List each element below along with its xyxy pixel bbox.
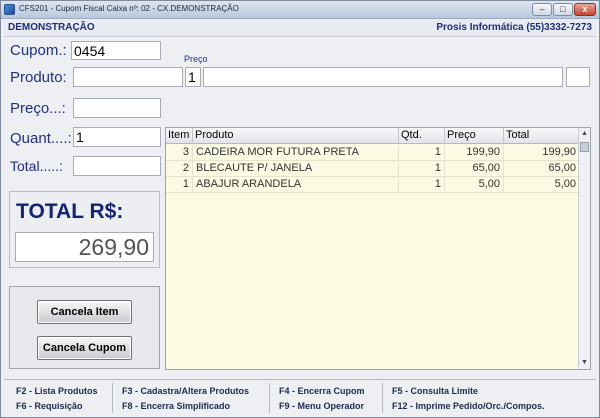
cell-item: 3 [166,145,193,160]
scroll-up-icon[interactable]: ▲ [579,128,590,140]
col-header-produto[interactable]: Produto [193,128,399,144]
mode-label: DEMONSTRAÇÃO [8,22,95,33]
grid-scrollbar[interactable]: ▲ ▼ [578,128,590,369]
table-row[interactable]: 3 CADEIRA MOR FUTURA PRETA 1 199,90 199,… [166,145,580,161]
total-value: 269,90 [15,232,154,262]
produto-description-input[interactable] [203,67,563,87]
fkey-divider [382,383,383,413]
table-row[interactable]: 1 ABAJUR ARANDELA 1 5,00 5,00 [166,177,580,193]
scroll-down-icon[interactable]: ▼ [579,357,590,369]
main-window: CFS201 - Cupom Fiscal Caixa nº: 02 - CX.… [0,0,600,418]
fkey-f6[interactable]: F6 - Requisição [16,401,83,411]
cell-qtd: 1 [399,177,445,192]
produto-qty-input[interactable] [185,67,201,87]
total-title: TOTAL R$: [16,200,124,223]
col-header-total[interactable]: Total [504,128,580,144]
company-contact: Prosis Informática (55)3332-7273 [436,22,592,33]
scroll-thumb[interactable] [580,142,589,152]
cell-item: 2 [166,161,193,176]
produto-label: Produto: [10,69,67,86]
cupom-label: Cupom.: [10,42,67,59]
preco-input[interactable] [73,98,161,118]
cell-item: 1 [166,177,193,192]
cell-qtd: 1 [399,161,445,176]
quant-label: Quant....: [10,130,72,147]
grid-header: Item Produto Qtd. Preço Total [166,128,580,144]
cell-produto: BLECAUTE P/ JANELA [193,161,399,176]
table-row[interactable]: 2 BLECAUTE P/ JANELA 1 65,00 65,00 [166,161,580,177]
total-input[interactable] [73,156,161,176]
produto-extra-input[interactable] [566,67,590,87]
fkey-f9[interactable]: F9 - Menu Operador [279,401,364,411]
fkey-f2[interactable]: F2 - Lista Produtos [16,386,98,396]
cell-total: 199,90 [504,145,580,160]
col-header-qtd[interactable]: Qtd. [399,128,445,144]
app-icon [4,4,15,15]
minimize-button[interactable]: – [532,3,552,16]
quant-input[interactable] [73,127,161,147]
header-strip: DEMONSTRAÇÃO Prosis Informática (55)3332… [4,20,596,37]
cancela-item-button[interactable]: Cancela Item [37,300,132,324]
cell-qtd: 1 [399,145,445,160]
col-header-item[interactable]: Item [166,128,193,144]
cell-total: 65,00 [504,161,580,176]
cell-produto: CADEIRA MOR FUTURA PRETA [193,145,399,160]
maximize-button[interactable]: □ [553,3,573,16]
window-title: CFS201 - Cupom Fiscal Caixa nº: 02 - CX.… [19,4,239,13]
cupom-input[interactable] [71,41,161,60]
fkey-f4[interactable]: F4 - Encerra Cupom [279,386,365,396]
preco-label: Preço...: [10,100,66,117]
cell-preco: 199,90 [445,145,504,160]
close-button[interactable]: x [574,3,596,16]
total-panel: TOTAL R$: 269,90 [9,191,160,268]
fkey-divider [112,383,113,413]
col-header-preco[interactable]: Preço [445,128,504,144]
preco-small-label: Preço [184,54,208,64]
cell-preco: 5,00 [445,177,504,192]
fkey-f8[interactable]: F8 - Encerra Simplificado [122,401,230,411]
fkey-f12[interactable]: F12 - Imprime Pedido/Orc./Compos. [392,401,545,411]
total-label: Total.....: [10,158,63,174]
fkey-f5[interactable]: F5 - Consulta Limite [392,386,478,396]
items-grid[interactable]: Item Produto Qtd. Preço Total 3 CADEIRA … [165,127,591,370]
function-key-bar: F2 - Lista Produtos F6 - Requisição F3 -… [4,379,596,415]
cancela-cupom-button[interactable]: Cancela Cupom [37,336,132,360]
actions-panel: Cancela Item Cancela Cupom [9,286,160,369]
fkey-f3[interactable]: F3 - Cadastra/Altera Produtos [122,386,249,396]
title-bar[interactable]: CFS201 - Cupom Fiscal Caixa nº: 02 - CX.… [1,1,599,19]
cell-produto: ABAJUR ARANDELA [193,177,399,192]
cell-preco: 65,00 [445,161,504,176]
cell-total: 5,00 [504,177,580,192]
fkey-divider [269,383,270,413]
produto-code-input[interactable] [73,67,183,87]
